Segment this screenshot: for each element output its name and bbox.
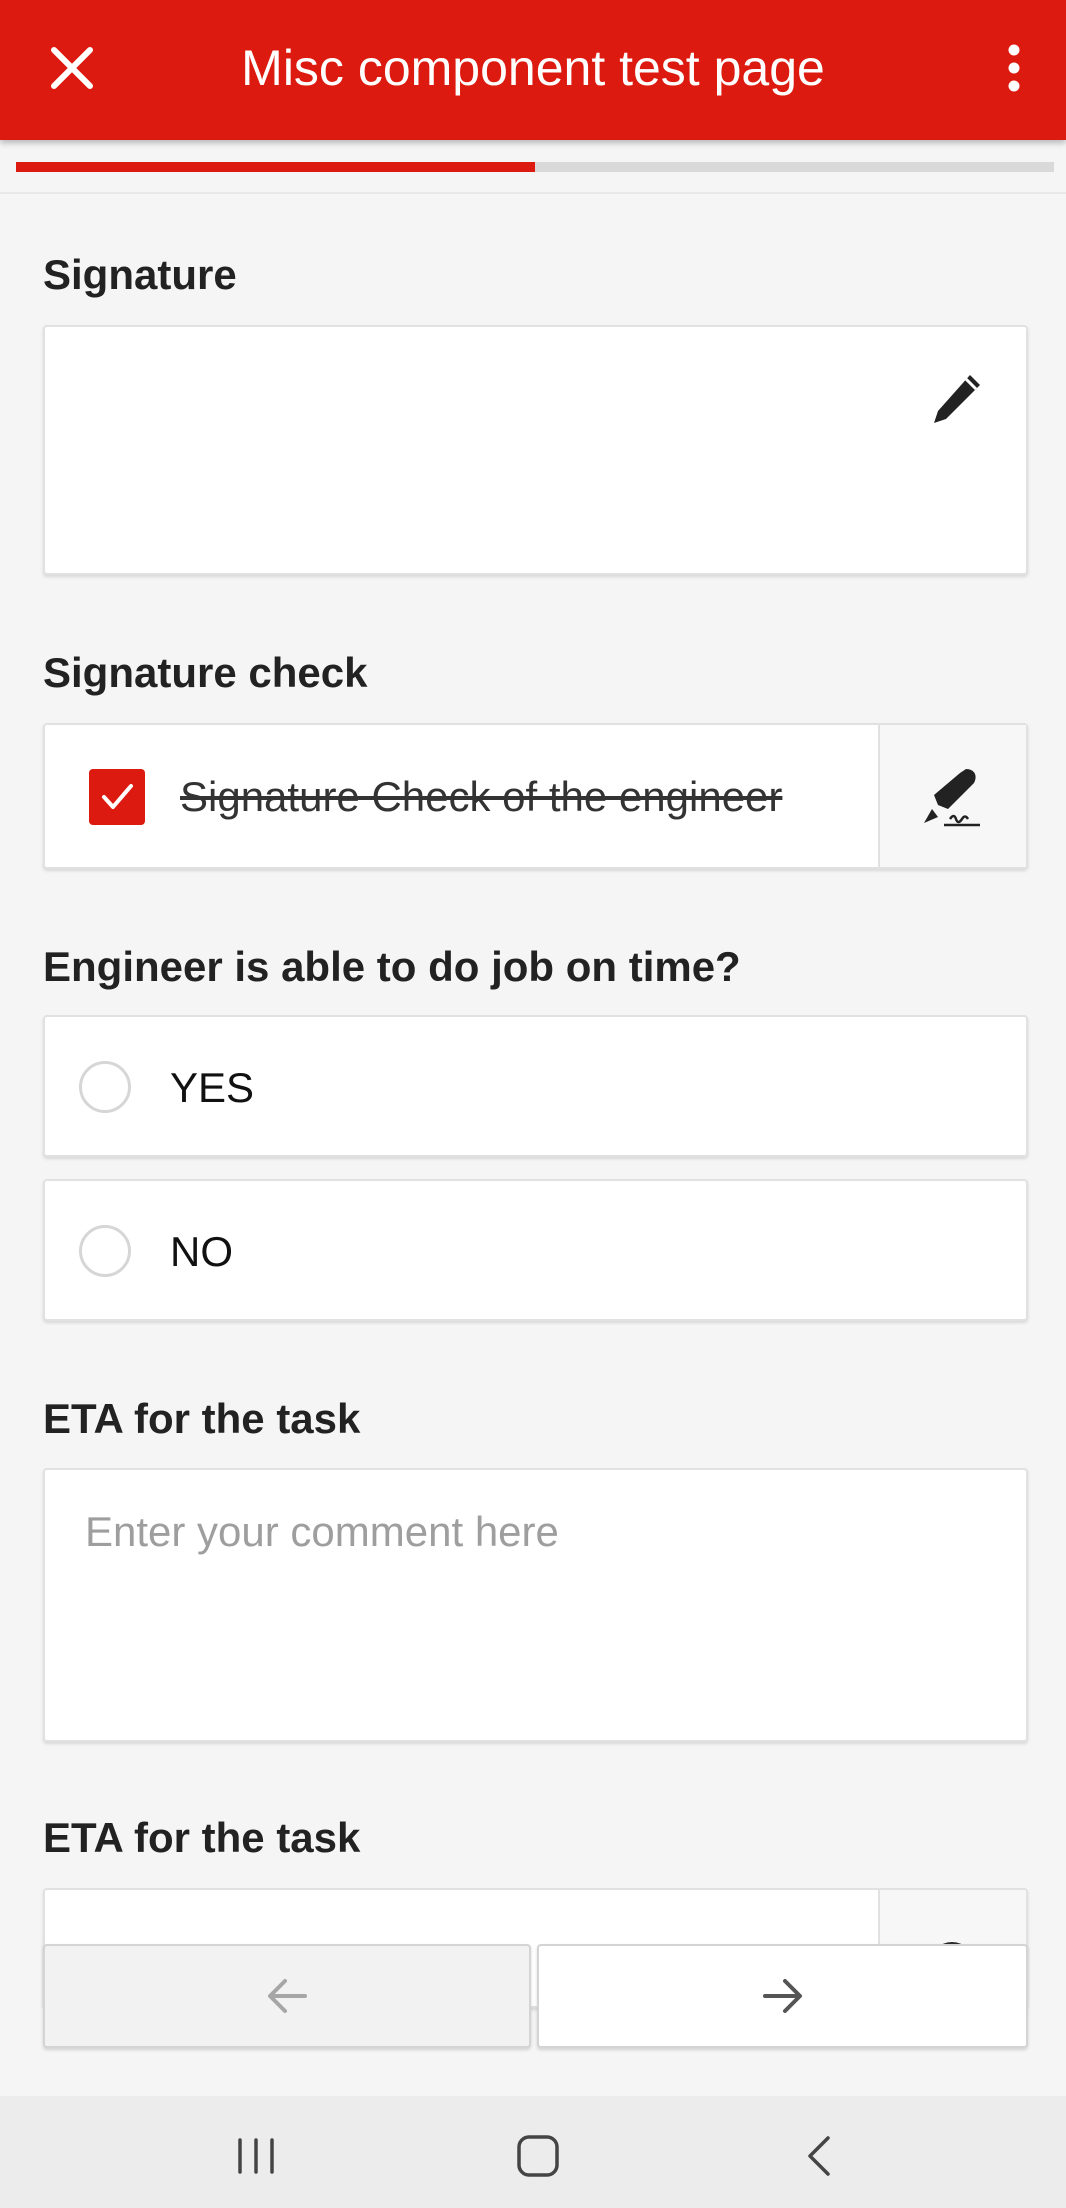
signature-check-label: Signature check <box>43 649 368 696</box>
radio-option-no[interactable]: NO <box>43 1179 1028 1321</box>
close-icon[interactable] <box>40 36 104 100</box>
radio-button[interactable] <box>79 1061 131 1113</box>
pencil-icon[interactable] <box>926 369 986 429</box>
signature-check-row: Signature Check of the engineer <box>43 723 1028 869</box>
radio-option-label: NO <box>170 1228 233 1275</box>
pen-signature-icon <box>924 769 980 827</box>
divider <box>0 192 1066 194</box>
radio-option-yes[interactable]: YES <box>43 1015 1028 1157</box>
system-nav-bar <box>0 2096 1066 2208</box>
signature-label: Signature <box>43 251 237 298</box>
page-title: Misc component test page <box>241 40 825 96</box>
check-icon <box>102 784 133 809</box>
app-bar: Misc component test page <box>0 0 1066 140</box>
on-time-label: Engineer is able to do job on time? <box>43 943 741 990</box>
arrow-right-icon <box>762 1979 802 2013</box>
signature-checkbox-text: Signature Check of the engineer <box>180 773 783 820</box>
signature-pad[interactable] <box>43 325 1028 575</box>
next-button[interactable] <box>537 1944 1028 2048</box>
home-icon[interactable] <box>508 2132 568 2180</box>
signature-checkbox[interactable] <box>89 769 145 825</box>
progress-fill <box>16 162 535 172</box>
more-vert-icon[interactable] <box>982 36 1046 100</box>
recent-apps-icon[interactable] <box>226 2132 286 2180</box>
eta-comment-box <box>43 1468 1028 1742</box>
back-icon[interactable] <box>790 2132 850 2180</box>
sign-button[interactable] <box>878 725 1026 867</box>
eta-comment-field[interactable] <box>45 1470 1026 1740</box>
previous-button[interactable] <box>43 1944 531 2048</box>
eta-2-label: ETA for the task <box>43 1814 361 1861</box>
progress-bar <box>16 162 1054 172</box>
arrow-left-icon <box>268 1979 307 2013</box>
eta-label: ETA for the task <box>43 1395 361 1442</box>
radio-button[interactable] <box>79 1225 131 1277</box>
radio-option-label: YES <box>170 1064 255 1111</box>
